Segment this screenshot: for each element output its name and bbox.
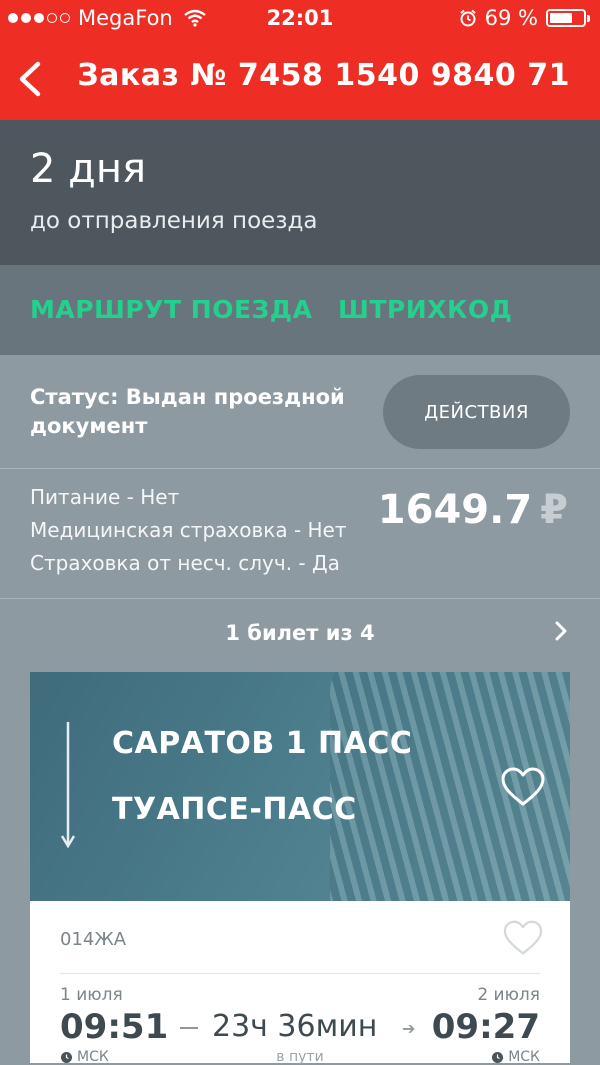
battery-percent: 69 % xyxy=(484,6,538,30)
currency-symbol: ₽ xyxy=(540,487,568,533)
departure-date: 1 июля xyxy=(60,985,123,1005)
back-arrow-icon[interactable] xyxy=(10,54,54,104)
status-bar: MegaFon 22:01 69 % xyxy=(0,0,600,38)
departure-countdown: 2 дня до отправления поезда xyxy=(0,120,600,265)
accident-insurance-info: Страховка от несч. случ. - Да xyxy=(30,551,340,575)
battery-group: 69 % xyxy=(459,6,590,30)
train-number: 014ЖА xyxy=(60,929,127,950)
arrival-station: ТУАПСЕ-ПАСС xyxy=(112,792,357,827)
chevron-right-icon[interactable] xyxy=(554,619,568,643)
order-status-row: Статус: Выдан проездной документ ДЕЙСТВИ… xyxy=(0,355,600,469)
route-card: САРАТОВ 1 ПАСС ТУАПСЕ-ПАСС xyxy=(30,672,570,901)
trip-duration: 23ч 36мин xyxy=(212,1009,378,1044)
time-separator xyxy=(180,1027,198,1029)
countdown-label: до отправления поезда xyxy=(30,208,318,234)
route-direction-arrow-icon xyxy=(60,722,76,849)
price-value: 1649.7 xyxy=(377,487,533,533)
ticket-pager: 1 билет из 4 xyxy=(0,599,600,671)
departure-station: САРАТОВ 1 ПАСС xyxy=(112,726,413,761)
order-price: 1649.7 ₽ xyxy=(378,487,568,533)
arrow-right-icon: ➔ xyxy=(402,1019,416,1038)
arrival-date: 2 июля xyxy=(477,985,540,1005)
tab-barcode[interactable]: ШТРИХКОД xyxy=(338,295,512,324)
nav-bar: Заказ № 7458 1540 9840 71 xyxy=(0,38,600,120)
arrival-time: 09:27 xyxy=(431,1007,540,1047)
clock-icon xyxy=(492,1051,504,1063)
alarm-icon xyxy=(460,9,476,27)
tab-train-route[interactable]: МАРШРУТ ПОЕЗДА xyxy=(30,295,312,324)
order-tabs: МАРШРУТ ПОЕЗДА ШТРИХКОД xyxy=(0,265,600,355)
order-status-text: Статус: Выдан проездной документ xyxy=(30,385,345,438)
battery-fill xyxy=(550,13,572,23)
heart-icon[interactable] xyxy=(500,766,546,808)
order-extras: Питание - Нет Медицинская страховка - Не… xyxy=(0,469,600,599)
battery-icon xyxy=(546,9,590,27)
meal-info: Питание - Нет xyxy=(30,485,180,509)
countdown-value: 2 дня xyxy=(30,146,147,192)
ticket-counter: 1 билет из 4 xyxy=(225,621,375,645)
medical-insurance-info: Медицинская страховка - Нет xyxy=(30,518,347,542)
train-card: 014ЖА 1 июля 2 июля 09:51 23ч 36мин ➔ 09… xyxy=(30,901,570,1065)
departure-time: 09:51 xyxy=(60,1007,169,1047)
page-title: Заказ № 7458 1540 9840 71 xyxy=(77,58,570,93)
actions-button[interactable]: ДЕЙСТВИЯ xyxy=(383,375,570,449)
divider xyxy=(60,973,540,974)
heart-icon[interactable] xyxy=(502,919,544,957)
